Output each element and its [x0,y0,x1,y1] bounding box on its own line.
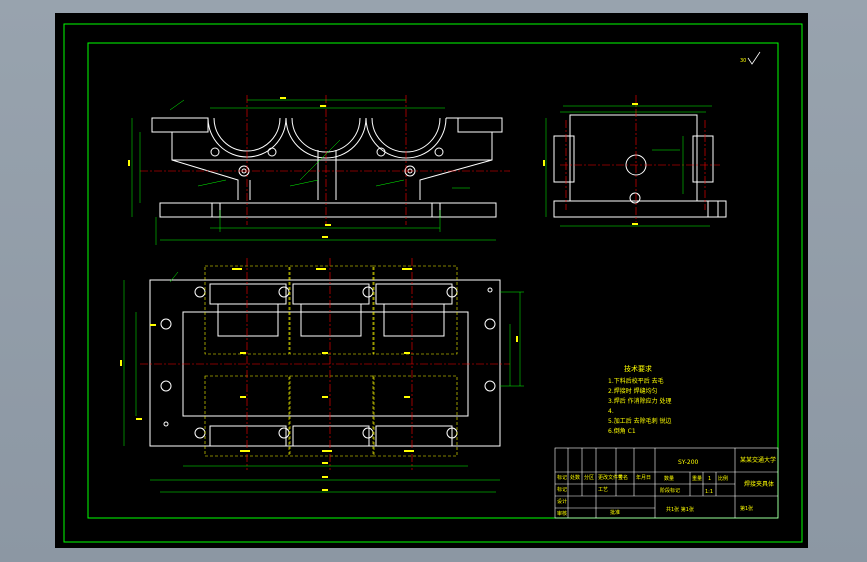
scale-value: 1:1 [705,489,713,495]
header-cell-2: 处数 [570,474,580,481]
tech-requirement-line-1: 1.下料后校平后 去毛 [608,377,664,385]
tech-requirement-line-5: 5.加工后 去除毛刺 锐边 [608,417,672,425]
header-cell-3: 分区 [584,474,594,481]
tech-requirement-line-3: 3.焊后 作消除应力 处理 [608,397,672,405]
row-label-2: 设计 [557,498,567,505]
tech-requirement-line-2: 2.焊接时 焊缝均匀 [608,387,658,395]
row-label-3: 审核 [557,510,567,517]
sign-text: 第1张 [740,505,753,512]
tech-requirement-line-6: 6.倒角 C1 [608,427,636,435]
top-view-hidden-lines [204,265,458,457]
top-view [149,279,501,447]
front-view-dimensions [131,99,496,245]
roughness-value: 30 [740,58,746,64]
front-view [151,117,503,218]
side-view-centerlines [560,95,720,222]
quantity-value: 1 [708,476,711,482]
sub-cell-3: 比例 [718,475,728,482]
tech-requirement-line-4: 4. [608,408,614,415]
side-view-dimensions [545,105,712,227]
dimension-labels [120,97,638,491]
drawing-number: SY-200 [678,459,699,466]
row-label-4: 工艺 [598,487,608,493]
tech-requirements: 技术要求 1.下料后校平后 去毛 2.焊接时 焊缝均匀 3.焊后 作消除应力 处… [608,364,672,435]
sub-cell-2: 重量 [692,475,702,482]
side-view [553,114,727,218]
row-label-1: 标记 [557,486,567,493]
cad-viewport[interactable]: 30 技术要求 1.下料后校平后 去毛 2.焊接时 焊缝均匀 3.焊后 作消除应… [0,0,867,562]
header-cell-6: 年月日 [636,474,651,481]
part-name: 焊接夹具体 [744,480,774,488]
engineering-drawing: 30 技术要求 1.下料后校平后 去毛 2.焊接时 焊缝均匀 3.焊后 作消除应… [63,23,803,543]
top-view-dimensions [123,271,524,493]
material-label: 数量 [664,475,674,482]
header-cell-1: 标记 [557,474,567,481]
organization-name: 某某交通大学 [740,456,776,464]
sub-cell-1: 阶段标记 [660,487,680,494]
sheet-count: 共1张 第1张 [666,506,694,513]
approve-label: 批准 [610,509,620,516]
roughness-symbol: 30 [740,51,761,65]
header-cell-5: 签名 [618,474,628,481]
tech-requirements-title: 技术要求 [624,364,652,373]
